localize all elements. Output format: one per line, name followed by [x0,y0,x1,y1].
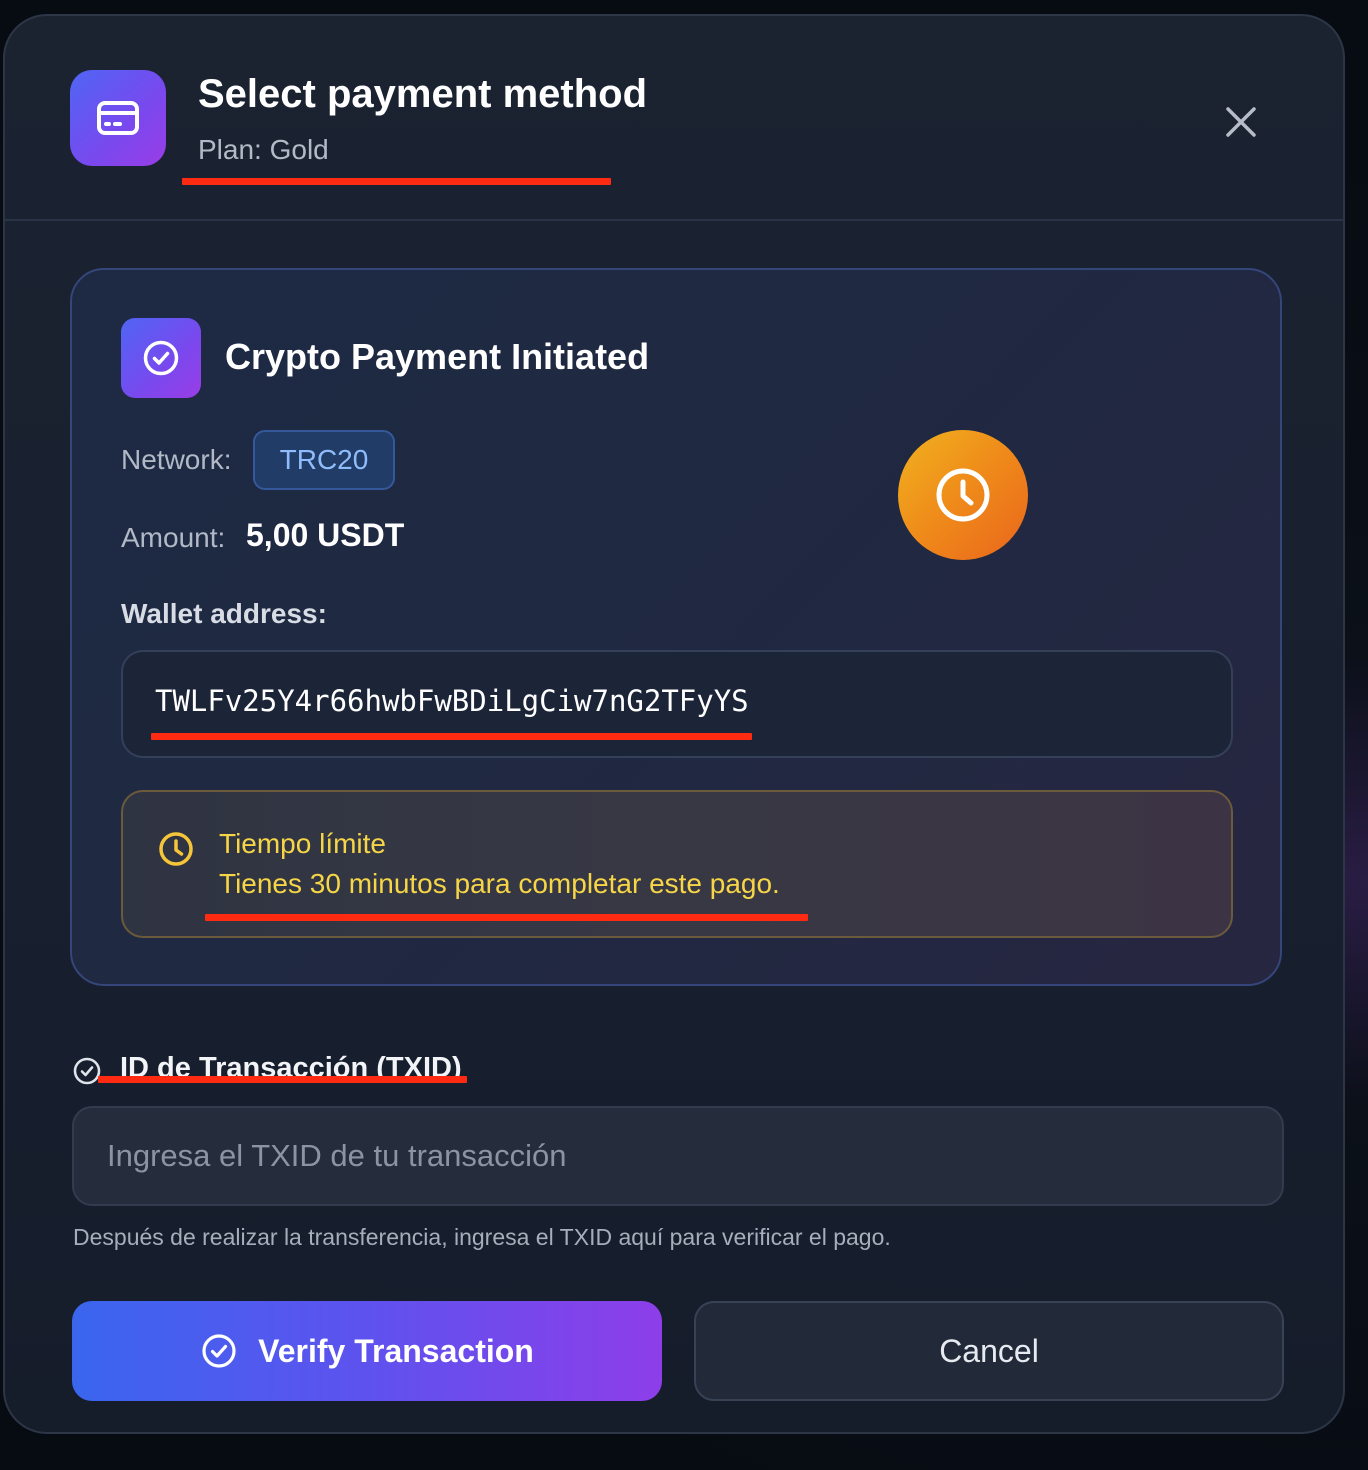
txid-input[interactable] [72,1106,1284,1206]
annotation-underline [98,1076,467,1083]
modal-title: Select payment method [198,72,648,116]
check-circle-icon [121,318,201,398]
annotation-underline [182,178,611,185]
check-circle-icon [202,1334,236,1368]
modal-header: Select payment method Plan: Gold [5,16,1343,221]
amount-label: Amount: [121,522,226,553]
close-button[interactable] [1211,92,1271,152]
wallet-address-box[interactable]: TWLFv25Y4r66hwbFwBDiLgCiw7nG2TFyYS [121,650,1233,758]
network-label: Network: [121,444,232,475]
txid-helper-text: Después de realizar la transferencia, in… [73,1224,891,1250]
verify-transaction-button[interactable]: Verify Transaction [72,1301,662,1401]
annotation-underline [205,914,808,921]
crypto-payment-card: Crypto Payment Initiated Network: TRC20 … [70,268,1282,986]
card-title: Crypto Payment Initiated [225,336,650,377]
amount-value: 5,00 USDT [246,517,405,553]
warning-title: Tiempo límite [219,828,387,859]
timer-status [898,430,1028,560]
network-badge: TRC20 [253,430,395,490]
annotation-underline [151,733,752,740]
clock-icon [159,832,193,866]
plan-subtitle: Plan: Gold [198,134,329,165]
cancel-button-label: Cancel [939,1332,1039,1369]
warning-text: Tienes 30 minutos para completar este pa… [219,868,780,899]
close-icon [1226,107,1256,137]
credit-card-icon [70,70,166,166]
clock-icon [936,468,990,522]
payment-modal: Select payment method Plan: Gold Crypto … [3,14,1345,1434]
wallet-address-label: Wallet address: [121,598,327,629]
verify-button-label: Verify Transaction [258,1332,534,1369]
cancel-button[interactable]: Cancel [694,1301,1284,1401]
wallet-address-value[interactable]: TWLFv25Y4r66hwbFwBDiLgCiw7nG2TFyYS [155,684,749,718]
